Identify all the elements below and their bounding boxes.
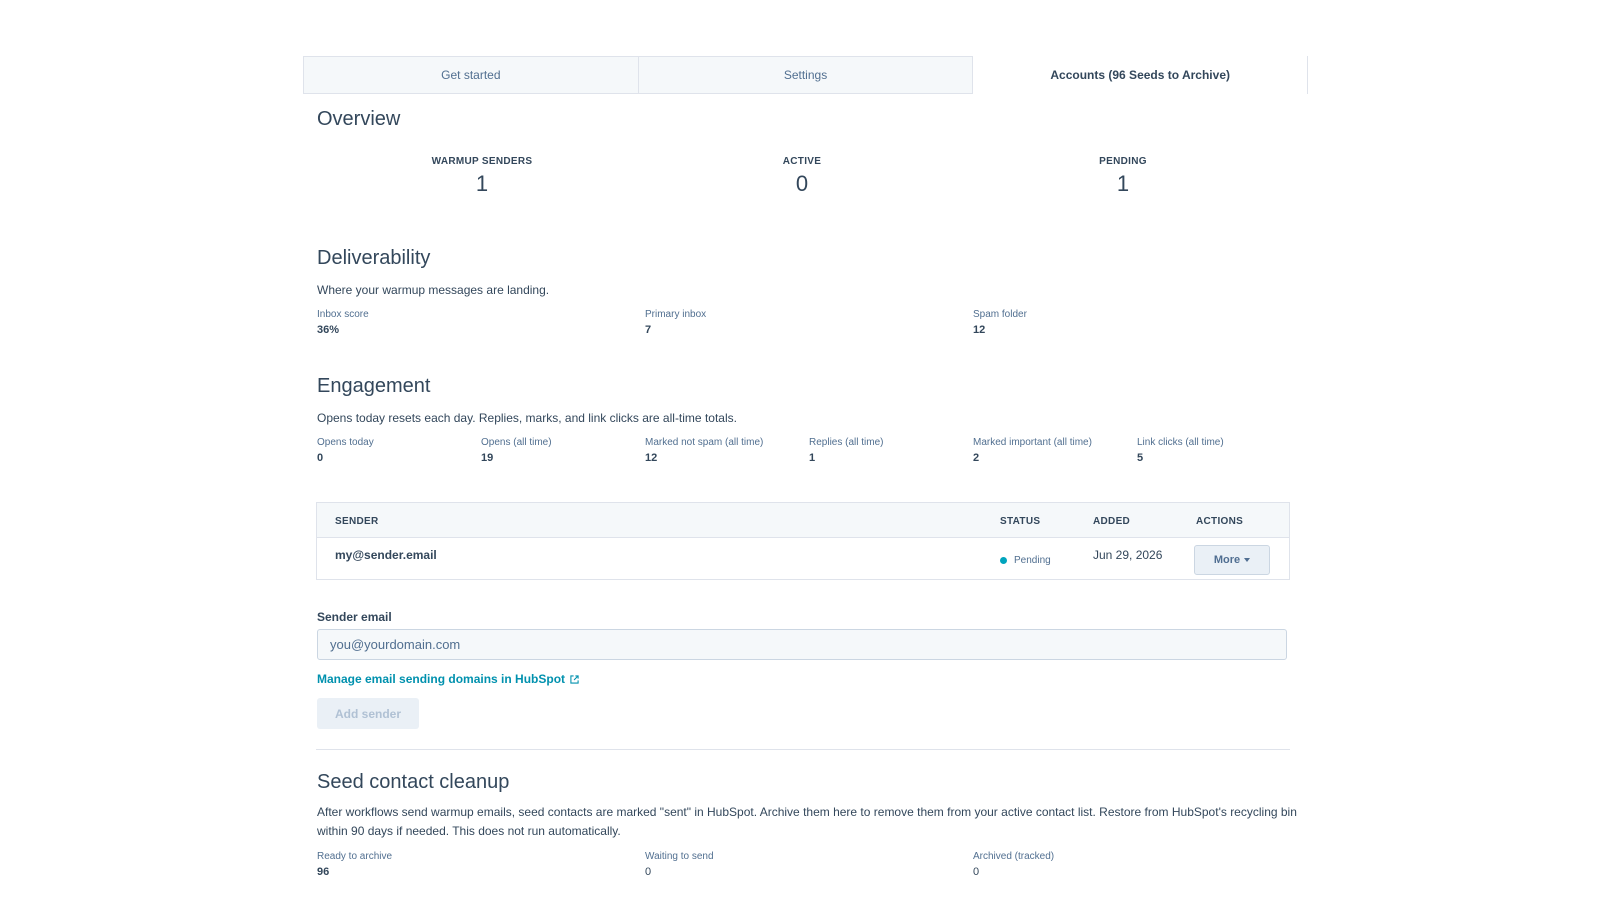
- metric-label: Inbox score: [317, 309, 369, 320]
- section-divider: [316, 749, 1290, 750]
- stat-value: 0: [795, 171, 809, 196]
- tab-accounts[interactable]: Accounts (96 Seeds to Archive): [973, 56, 1309, 94]
- metric-label: Link clicks (all time): [1137, 437, 1224, 448]
- metric-marked-important: Marked important (all time) 2: [973, 437, 1092, 464]
- metric-label: Marked not spam (all time): [645, 437, 764, 448]
- metric-ready-to-archive: Ready to archive 96: [317, 851, 392, 878]
- seed-cleanup-title: Seed contact cleanup: [317, 771, 510, 793]
- deliverability-description: Where your warmup messages are landing.: [317, 283, 550, 297]
- deliverability-title: Deliverability: [317, 247, 431, 269]
- metric-spam-folder: Spam folder 12: [973, 309, 1027, 336]
- metric-label: Opens (all time): [481, 437, 552, 448]
- metric-link-clicks: Link clicks (all time) 5: [1137, 437, 1224, 464]
- status-badge: Pending: [1000, 555, 1051, 566]
- add-sender-button[interactable]: Add sender: [317, 698, 419, 729]
- tab-label: Settings: [783, 68, 828, 82]
- metric-marked-not-spam: Marked not spam (all time) 12: [645, 437, 763, 464]
- column-header-added: ADDED: [1093, 516, 1131, 527]
- stat-label: WARMUP SENDERS: [431, 156, 533, 167]
- more-button[interactable]: More: [1194, 545, 1270, 575]
- tab-bar: Get started Settings Accounts (96 Seeds …: [303, 56, 1309, 94]
- metric-value: 0: [645, 866, 652, 878]
- metric-inbox-score: Inbox score 36%: [317, 309, 369, 336]
- metric-value: 12: [645, 452, 658, 464]
- added-date: Jun 29, 2026: [1093, 548, 1163, 562]
- metric-value: 0: [317, 452, 324, 464]
- metric-label: Replies (all time): [809, 437, 884, 448]
- column-header-actions: ACTIONS: [1196, 516, 1244, 527]
- metric-value: 96: [317, 866, 330, 878]
- more-button-label: More: [1213, 554, 1241, 566]
- metric-label: Waiting to send: [645, 851, 714, 862]
- tab-label: Get started: [441, 68, 501, 82]
- table-header: SENDER STATUS ADDED ACTIONS: [317, 503, 1289, 538]
- manage-domains-link-label: Manage email sending domains in HubSpot: [317, 672, 566, 686]
- metric-value: 19: [481, 452, 494, 464]
- table-row: my@sender.email Pending Jun 29, 2026 Mor…: [317, 538, 1289, 580]
- status-label: Pending: [1014, 555, 1051, 566]
- column-header-status: STATUS: [1000, 516, 1041, 527]
- sender-email-label: Sender email: [317, 610, 392, 624]
- tab-settings[interactable]: Settings: [638, 56, 974, 94]
- seed-cleanup-description-line1: After workflows send warmup emails, seed…: [317, 805, 1297, 819]
- manage-domains-link[interactable]: Manage email sending domains in HubSpot: [317, 672, 579, 686]
- metric-value: 2: [973, 452, 980, 464]
- metric-primary-inbox: Primary inbox 7: [645, 309, 706, 336]
- metric-opens-all-time: Opens (all time) 19: [481, 437, 552, 464]
- seed-cleanup-description-line2: within 90 days if needed. This does not …: [317, 824, 621, 838]
- stat-value: 1: [475, 171, 489, 196]
- metric-label: Opens today: [317, 437, 374, 448]
- stat-value: 1: [1116, 171, 1130, 196]
- metric-value: 36%: [317, 324, 340, 336]
- metric-value: 12: [973, 324, 986, 336]
- metric-opens-today: Opens today 0: [317, 437, 374, 464]
- column-header-sender: SENDER: [335, 516, 379, 527]
- metric-label: Marked important (all time): [973, 437, 1092, 448]
- external-link-icon: [570, 675, 579, 686]
- engagement-title: Engagement: [317, 375, 431, 397]
- senders-table: SENDER STATUS ADDED ACTIONS my@sender.em…: [316, 502, 1290, 580]
- stat-pending: PENDING 1: [1023, 156, 1223, 197]
- metric-archived-tracked: Archived (tracked) 0: [973, 851, 1054, 878]
- overview-title: Overview: [317, 108, 401, 130]
- metric-replies: Replies (all time) 1: [809, 437, 883, 464]
- metric-label: Spam folder: [973, 309, 1027, 320]
- sender-email-input[interactable]: [317, 629, 1287, 660]
- metric-value: 5: [1137, 452, 1144, 464]
- tab-get-started[interactable]: Get started: [304, 56, 639, 94]
- metric-waiting-to-send: Waiting to send 0: [645, 851, 714, 878]
- stat-label: PENDING: [1099, 156, 1147, 167]
- metric-value: 0: [973, 866, 980, 878]
- metric-value: 1: [809, 452, 816, 464]
- status-dot-icon: [1000, 556, 1007, 564]
- stat-active: ACTIVE 0: [702, 156, 902, 197]
- stat-label: ACTIVE: [782, 156, 822, 167]
- metric-label: Archived (tracked): [973, 851, 1055, 862]
- tab-label: Accounts (96 Seeds to Archive): [1050, 68, 1230, 82]
- engagement-description: Opens today resets each day. Replies, ma…: [317, 411, 737, 425]
- stat-warmup-senders: WARMUP SENDERS 1: [382, 156, 582, 197]
- metric-label: Primary inbox: [645, 309, 707, 320]
- metric-value: 7: [645, 324, 652, 336]
- metric-label: Ready to archive: [317, 851, 393, 862]
- caret-down-icon: [1244, 558, 1251, 562]
- sender-email: my@sender.email: [335, 548, 437, 562]
